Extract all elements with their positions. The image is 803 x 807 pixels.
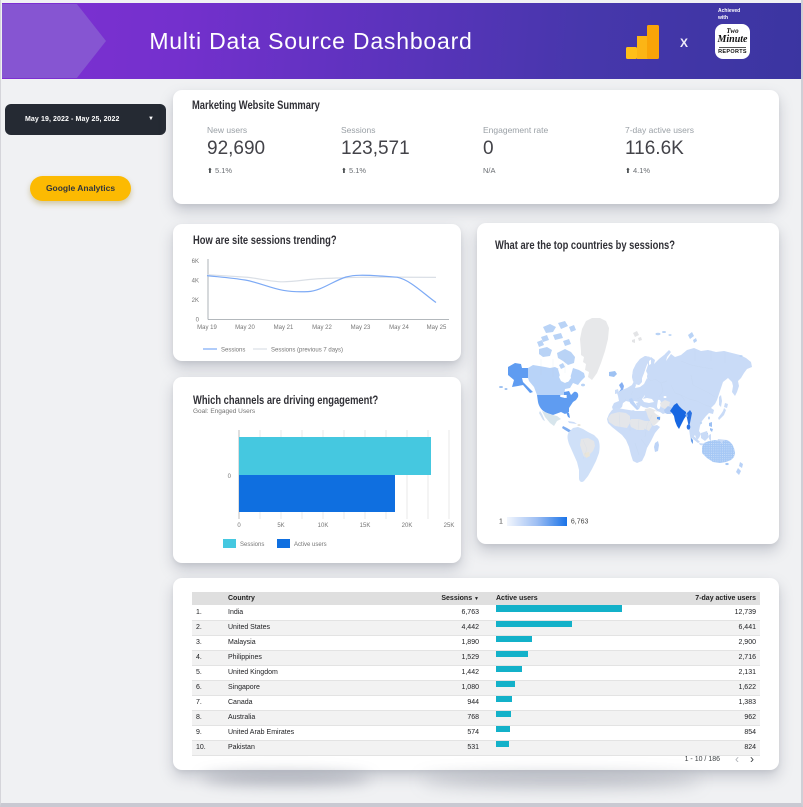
- svg-text:5K: 5K: [277, 523, 284, 529]
- svg-text:25K: 25K: [444, 523, 455, 529]
- svg-text:6K: 6K: [192, 259, 199, 265]
- svg-text:Active users: Active users: [294, 542, 327, 548]
- svg-text:May 25: May 25: [427, 325, 447, 331]
- svg-text:2K: 2K: [192, 298, 199, 304]
- svg-text:May 21: May 21: [274, 325, 294, 331]
- svg-text:Sessions: Sessions: [240, 542, 264, 548]
- svg-text:May 19: May 19: [197, 325, 217, 331]
- svg-text:May 22: May 22: [312, 325, 332, 331]
- svg-text:20K: 20K: [402, 523, 413, 529]
- svg-text:May 24: May 24: [389, 325, 409, 331]
- svg-text:May 20: May 20: [235, 325, 255, 331]
- svg-text:Sessions: Sessions: [221, 348, 245, 354]
- svg-text:0: 0: [228, 474, 232, 480]
- svg-text:0: 0: [196, 318, 200, 324]
- svg-text:10K: 10K: [318, 523, 329, 529]
- svg-text:15K: 15K: [360, 523, 371, 529]
- svg-text:4K: 4K: [192, 279, 199, 285]
- svg-text:0: 0: [237, 523, 241, 529]
- svg-text:Sessions (previous 7 days): Sessions (previous 7 days): [271, 348, 343, 354]
- svg-text:May 23: May 23: [351, 325, 371, 331]
